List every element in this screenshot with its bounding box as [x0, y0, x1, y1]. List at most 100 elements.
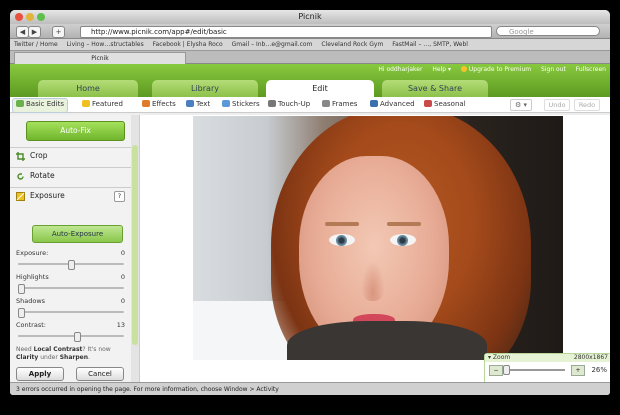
subtab-stickers[interactable]: Stickers	[222, 100, 260, 108]
sidebar-scroll-thumb[interactable]	[132, 145, 138, 345]
forward-button[interactable]: ▶	[28, 26, 41, 38]
hint-local-contrast: Local Contrast	[33, 346, 83, 353]
exposure-slider-knob[interactable]	[68, 260, 75, 270]
rotate-icon	[16, 171, 25, 180]
auto-exposure-label: Auto-Exposure	[51, 230, 104, 238]
bookmark-item[interactable]: Twitter / Home	[14, 41, 58, 48]
subtab-basic-edits[interactable]: Basic Edits	[16, 100, 64, 108]
zoom-panel: ▾ Zoom 2800x1867 − + 26%	[484, 353, 610, 383]
subtab-featured[interactable]: Featured	[82, 100, 123, 108]
zoom-percent: 26%	[591, 366, 607, 374]
highlights-slider-knob[interactable]	[18, 284, 25, 294]
browser-toolbar: ◀ ▶ + http://www.picnik.com/app#/edit/ba…	[10, 24, 610, 39]
bookmark-item[interactable]: Gmail – Inb…e@gmail.com	[232, 41, 313, 48]
zoom-out-button[interactable]: −	[489, 365, 503, 376]
tab-home[interactable]: Home	[38, 80, 138, 97]
address-bar[interactable]: http://www.picnik.com/app#/edit/basic	[80, 26, 492, 38]
bookmark-item[interactable]: FastMail – …, SMTP, Webl	[392, 41, 468, 48]
sidebar-item-rotate[interactable]: Rotate	[10, 167, 131, 183]
cancel-button[interactable]: Cancel	[76, 367, 124, 381]
exposure-slider[interactable]	[18, 260, 124, 270]
exposure-slider-value: 0	[120, 249, 125, 257]
browser-window: Picnik ◀ ▶ + http://www.picnik.com/app#/…	[10, 10, 610, 395]
subtab-touch-up[interactable]: Touch-Up	[268, 100, 310, 108]
exposure-help-button[interactable]: ?	[114, 191, 125, 202]
exposure-slider-label: Exposure:	[16, 249, 49, 257]
bookmark-item[interactable]: Facebook | Elysha Roco	[153, 41, 223, 48]
left-eye	[329, 234, 355, 246]
scarf	[287, 321, 487, 360]
subtab-frames[interactable]: Frames	[322, 100, 357, 108]
apply-button[interactable]: Apply	[16, 367, 64, 381]
bookmarks-bar: Twitter / Home Living – How…structables …	[10, 39, 610, 51]
shadows-slider-label: Shadows	[16, 297, 46, 305]
subtab-advanced[interactable]: Advanced	[370, 100, 415, 108]
zoom-in-button[interactable]: +	[571, 365, 585, 376]
sign-out-link[interactable]: Sign out	[541, 66, 566, 73]
hint-text: .	[87, 354, 90, 361]
sidebar-item-exposure[interactable]: Exposure ?	[10, 187, 131, 203]
seasonal-icon	[424, 100, 432, 107]
subtab-seasonal[interactable]: Seasonal	[424, 100, 466, 108]
tab-picnik[interactable]: Picnik	[14, 52, 186, 64]
shadows-slider-knob[interactable]	[18, 308, 25, 318]
bookmark-item[interactable]: Cleveland Rock Gym	[321, 41, 383, 48]
hint-text: Need	[16, 346, 32, 353]
premium-icon	[460, 66, 467, 72]
auto-exposure-button[interactable]: Auto-Exposure	[32, 225, 123, 243]
zoom-header[interactable]: ▾ Zoom 2800x1867	[485, 354, 610, 362]
search-input[interactable]: Google	[496, 26, 600, 36]
touch-up-icon	[268, 100, 276, 107]
stickers-icon	[222, 100, 230, 107]
contrast-slider-knob[interactable]	[74, 332, 81, 342]
highlights-slider-value: 0	[120, 273, 125, 281]
exposure-icon	[16, 191, 25, 201]
right-eye	[390, 234, 416, 246]
right-brow	[387, 222, 421, 226]
add-bookmark-button[interactable]: +	[52, 26, 65, 38]
highlights-slider[interactable]	[18, 284, 124, 294]
photo-canvas[interactable]	[193, 116, 563, 360]
auto-fix-button[interactable]: Auto-Fix	[26, 121, 125, 141]
tab-edit[interactable]: Edit	[266, 80, 374, 97]
shadows-slider[interactable]	[18, 308, 124, 318]
advanced-icon	[370, 100, 378, 107]
clarity-hint: Need Local Contrast? It's now Clarity un…	[16, 346, 128, 362]
text-icon	[186, 100, 194, 107]
nose	[361, 261, 385, 301]
undo-button[interactable]: Undo	[544, 99, 570, 111]
help-menu[interactable]: Help ▾	[432, 66, 451, 73]
star-icon	[82, 100, 90, 107]
hint-text: under	[40, 354, 58, 361]
highlights-slider-label: Highlights	[16, 273, 49, 281]
sidebar-item-crop[interactable]: Crop	[10, 147, 131, 163]
fullscreen-link[interactable]: Fullscreen	[576, 66, 606, 73]
auto-fix-label: Auto-Fix	[60, 126, 91, 135]
bookmark-item[interactable]: Living – How…structables	[67, 41, 144, 48]
tab-strip: Picnik	[10, 51, 610, 64]
effects-icon	[142, 100, 150, 107]
frames-icon	[322, 100, 330, 107]
sidebar-scrollbar[interactable]	[131, 115, 140, 382]
redo-button[interactable]: Redo	[574, 99, 600, 111]
upgrade-link[interactable]: Upgrade to Premium	[460, 66, 531, 73]
zoom-slider[interactable]	[507, 369, 565, 371]
crop-label: Crop	[30, 151, 48, 160]
tab-save-share[interactable]: Save & Share	[382, 80, 488, 97]
zoom-slider-knob[interactable]	[503, 365, 510, 375]
window-title: Picnik	[298, 12, 322, 21]
user-greeting: Hi oddharjaker	[378, 66, 423, 73]
contrast-slider-value: 13	[116, 321, 125, 329]
subtab-text[interactable]: Text	[186, 100, 210, 108]
crop-icon	[16, 151, 25, 161]
subtab-effects[interactable]: Effects	[142, 100, 176, 108]
right-iris	[397, 235, 408, 246]
rotate-label: Rotate	[30, 171, 55, 180]
hint-clarity: Clarity	[16, 354, 39, 361]
shadows-slider-value: 0	[120, 297, 125, 305]
tab-library[interactable]: Library	[152, 80, 258, 97]
status-bar: 3 errors occurred in opening the page. F…	[10, 382, 610, 395]
settings-menu-button[interactable]: ⚙ ▾	[510, 99, 532, 111]
contrast-slider[interactable]	[18, 332, 124, 342]
basic-edits-icon	[16, 100, 24, 107]
